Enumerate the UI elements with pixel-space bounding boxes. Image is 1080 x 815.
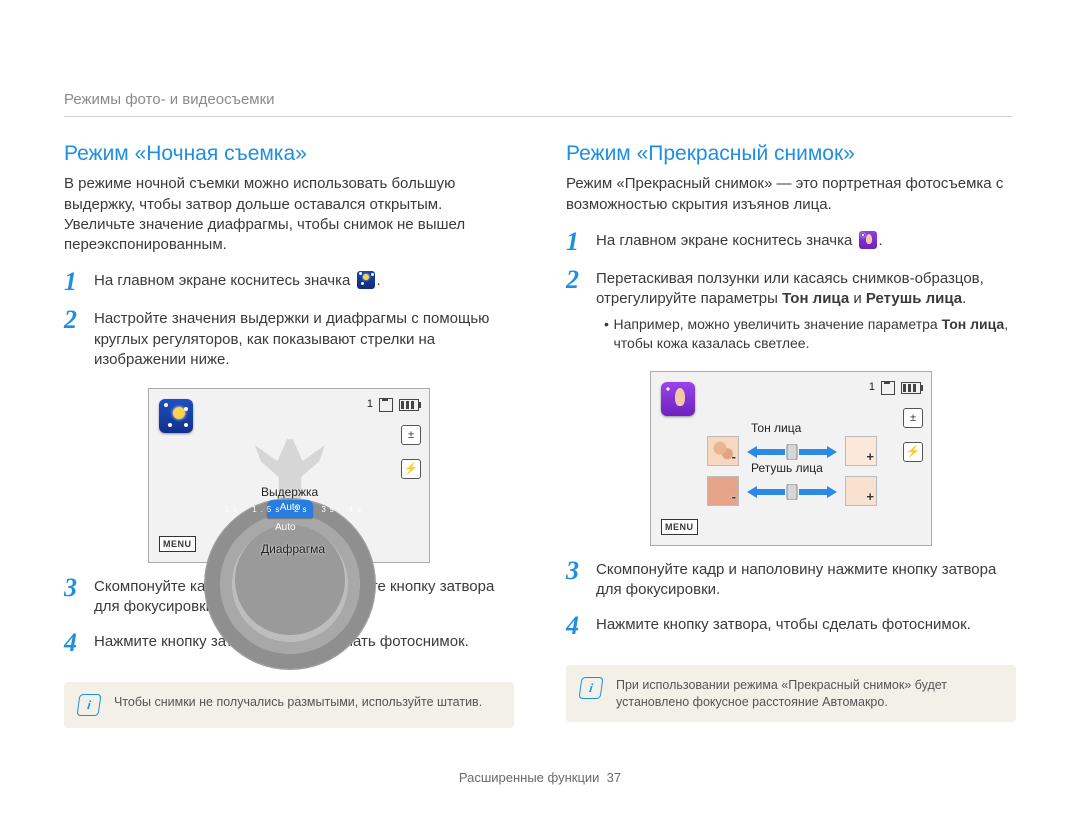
exposure-comp-icon: ± — [401, 425, 421, 445]
col-night: Режим «Ночная съемка» В режиме ночной съ… — [64, 140, 514, 728]
step-number: 4 — [64, 630, 94, 656]
col-beauty: Режим «Прекрасный снимок» Режим «Прекрас… — [566, 140, 1016, 728]
menu-button[interactable]: MENU — [661, 519, 698, 535]
beauty-mock-screen: 1 ± ⚡ Тон лица - — [650, 371, 932, 546]
menu-button[interactable]: MENU — [159, 536, 196, 552]
night-step-2: 2 Настройте значения выдержки и диафрагм… — [64, 307, 514, 370]
step-body: На главном экране коснитесь значка . — [596, 229, 883, 251]
shot-count: 1 — [869, 380, 875, 395]
flash-icon: ⚡ — [401, 459, 421, 479]
step-number: 3 — [566, 558, 596, 584]
battery-icon — [399, 399, 419, 411]
tip-text: При использовании режима «Прекрасный сни… — [616, 677, 1002, 711]
bold: Ретушь лица — [866, 290, 962, 307]
bullet: • Например, можно увеличить значение пар… — [604, 315, 1016, 353]
beauty-step-2: 2 Перетаскивая ползунки или касаясь сним… — [566, 267, 1016, 353]
tip-text: Чтобы снимки не получались размытыми, ис… — [114, 694, 482, 711]
beauty-mode-chip-icon — [661, 382, 695, 416]
shutter-label: Выдержка — [261, 484, 318, 500]
bullet-dot: • — [604, 315, 613, 353]
aperture-label: Диафрагма — [261, 541, 325, 557]
exposure-comp-icon: ± — [903, 408, 923, 428]
memory-icon — [881, 381, 895, 395]
text: . — [377, 272, 381, 289]
battery-icon — [901, 382, 921, 394]
page-number: 37 — [607, 770, 621, 785]
retouch-control[interactable]: - + — [707, 476, 877, 506]
intro-night: В режиме ночной съемки можно использоват… — [64, 174, 514, 255]
beauty-step-3: 3 Скомпонуйте кадр и наполовину нажмите … — [566, 558, 1016, 601]
tone-thumb-plus[interactable]: + — [845, 436, 877, 466]
tone-slider[interactable] — [747, 444, 837, 458]
intro-beauty: Режим «Прекрасный снимок» — это портретн… — [566, 174, 1016, 215]
flash-icon: ⚡ — [903, 442, 923, 462]
retouch-thumb-minus[interactable]: - — [707, 476, 739, 506]
step-body: Настройте значения выдержки и диафрагмы … — [94, 307, 514, 370]
section-label: Режимы фото- и видеосъемки — [64, 90, 1012, 117]
status-indicators: 1 — [869, 380, 921, 395]
bold: Тон лица — [782, 290, 849, 307]
heading-night: Режим «Ночная съемка» — [64, 140, 514, 168]
retouch-slider[interactable] — [747, 484, 837, 498]
step-number: 2 — [64, 307, 94, 333]
text: На главном экране коснитесь значка — [596, 232, 852, 249]
status-indicators: 1 — [367, 397, 419, 412]
side-icons: ± ⚡ — [401, 425, 421, 479]
text: и — [849, 290, 866, 307]
columns: Режим «Ночная съемка» В режиме ночной съ… — [64, 140, 1016, 728]
beauty-step-1: 1 На главном экране коснитесь значка . — [566, 229, 1016, 255]
side-icons: ± ⚡ — [903, 408, 923, 462]
memory-icon — [379, 398, 393, 412]
slider-track-icon — [747, 444, 837, 460]
retouch-thumb-plus[interactable]: + — [845, 476, 877, 506]
step-body: На главном экране коснитесь значка . — [94, 269, 381, 291]
step-body: Скомпонуйте кадр и наполовину нажмите кн… — [596, 558, 1016, 601]
step-number: 1 — [566, 229, 596, 255]
tip-box-night: i Чтобы снимки не получались размытыми, … — [64, 682, 514, 728]
night-step-1: 1 На главном экране коснитесь значка . — [64, 269, 514, 295]
step-number: 1 — [64, 269, 94, 295]
beauty-mode-icon — [859, 231, 877, 249]
night-mock-screen: 1 ± ⚡ Выдержка Auto Auto 1s — [148, 388, 430, 563]
step-body: Перетаскивая ползунки или касаясь снимко… — [596, 267, 1016, 353]
text: . — [879, 232, 883, 249]
shutter-ticks: 1s 1.5s 2s 3s 4s — [225, 505, 365, 516]
bullet-text: Например, можно увеличить значение парам… — [613, 315, 1016, 353]
step-body: Нажмите кнопку затвора, чтобы сделать фо… — [596, 613, 971, 635]
text: . — [962, 290, 966, 307]
step-number: 4 — [566, 613, 596, 639]
beauty-step-4: 4 Нажмите кнопку затвора, чтобы сделать … — [566, 613, 1016, 639]
step-number: 3 — [64, 575, 94, 601]
step-number: 2 — [566, 267, 596, 293]
slider-track-icon — [747, 484, 837, 500]
page: Режимы фото- и видеосъемки Режим «Ночная… — [0, 0, 1080, 815]
info-icon: i — [76, 694, 101, 716]
tip-box-beauty: i При использовании режима «Прекрасный с… — [566, 665, 1016, 723]
shot-count: 1 — [367, 397, 373, 412]
tone-label: Тон лица — [751, 420, 801, 436]
footer-text: Расширенные функции — [459, 770, 600, 785]
retouch-label: Ретушь лица — [751, 460, 823, 476]
footer: Расширенные функции 37 — [0, 769, 1080, 787]
night-mode-chip-icon — [159, 399, 193, 433]
auto-inner: Auto — [275, 521, 296, 535]
tone-thumb-minus[interactable]: - — [707, 436, 739, 466]
text: На главном экране коснитесь значка — [94, 272, 350, 289]
info-icon: i — [578, 677, 603, 699]
night-mode-icon — [357, 271, 375, 289]
heading-beauty: Режим «Прекрасный снимок» — [566, 140, 1016, 168]
